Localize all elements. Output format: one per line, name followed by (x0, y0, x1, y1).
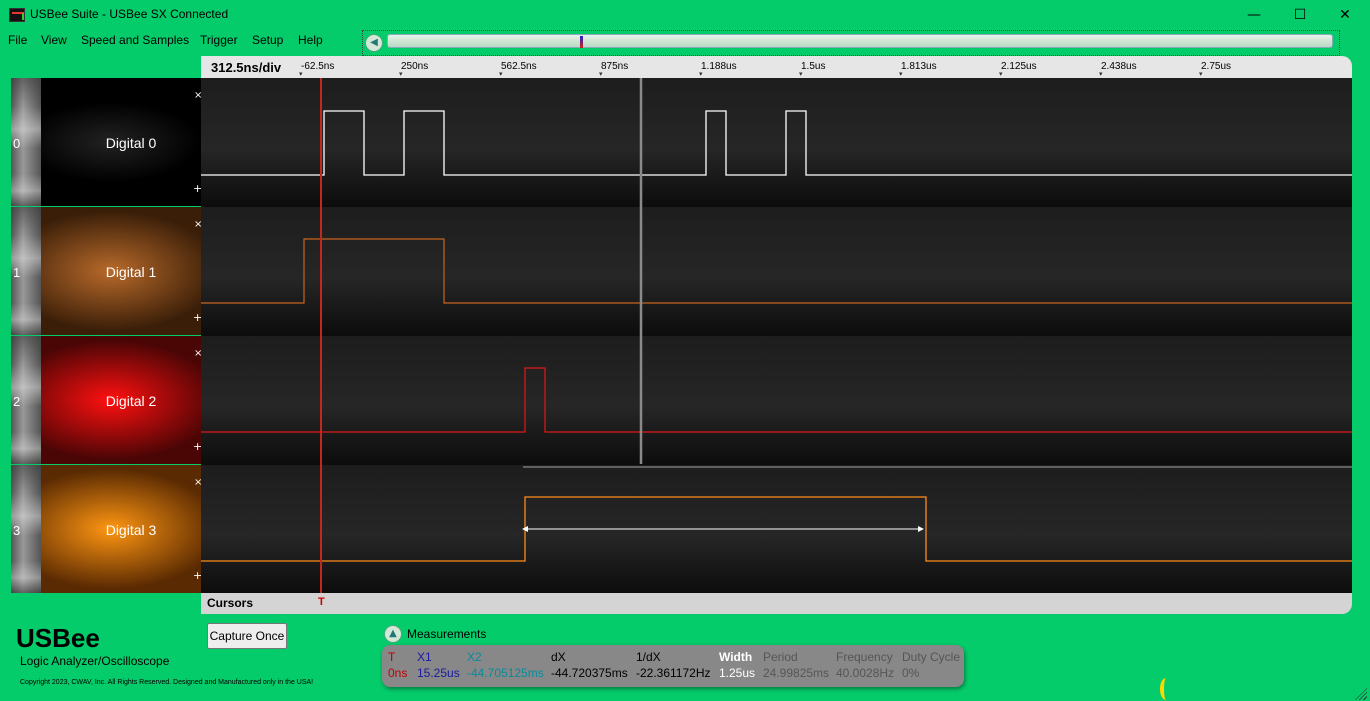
measure-label: Period (763, 650, 798, 664)
measure-value: 40.0028Hz (836, 666, 895, 680)
measure-value: -44.705125ms (467, 666, 544, 680)
menu-speed-and-samples[interactable]: Speed and Samples (81, 33, 189, 47)
digital-0-waveform (201, 110, 1352, 176)
channel-collapse-icon[interactable]: × (194, 348, 201, 359)
measure-width: Width 1.25us (719, 650, 755, 682)
measure-x1: X1 15.25us (417, 650, 460, 682)
measure-label: dX (551, 650, 566, 664)
cursor-decoration-icon (1160, 678, 1172, 700)
measure-inverse-dx: 1/dX -22.361172Hz (636, 650, 711, 682)
measure-value: -44.720375ms (551, 666, 628, 680)
measurements-toggle-icon[interactable]: ▲ (384, 625, 402, 643)
channel-label-2[interactable]: × Digital 2 + 2 (11, 336, 201, 464)
width-arrow-right-head (918, 526, 924, 532)
channel-label-1[interactable]: × Digital 1 + 1 (11, 207, 201, 335)
time-tick: 2.125us (999, 61, 1037, 78)
measure-label: Width (719, 650, 753, 664)
maximize-button[interactable]: ☐ (1289, 4, 1311, 26)
overview-position-marker[interactable] (580, 36, 583, 48)
channel-name: Digital 2 (105, 393, 157, 409)
measure-frequency: Frequency 40.0028Hz (836, 650, 894, 682)
channel-color-swatch: × Digital 0 + (41, 78, 201, 206)
trigger-marker[interactable]: T (318, 596, 325, 608)
channel-expand-icon[interactable]: + (193, 182, 201, 195)
measure-value: 15.25us (417, 666, 460, 680)
time-tick: 2.438us (1099, 61, 1137, 78)
measure-label: T (388, 650, 396, 664)
channel-expand-icon[interactable]: + (193, 440, 201, 453)
menu-trigger[interactable]: Trigger (200, 33, 238, 47)
app-icon (9, 8, 25, 22)
measure-label: X2 (467, 650, 482, 664)
menu-setup[interactable]: Setup (252, 33, 283, 47)
window-title: USBee Suite - USBee SX Connected (30, 7, 229, 21)
measure-label: Duty Cycle (902, 650, 961, 664)
close-button[interactable]: ✕ (1334, 4, 1356, 26)
measurements-title: Measurements (407, 627, 487, 641)
channel-collapse-icon[interactable]: × (194, 90, 201, 101)
measure-value: 0ns (388, 666, 408, 680)
measure-period: Period 24.99825ms (763, 650, 829, 682)
menu-file[interactable]: File (8, 33, 27, 47)
menu-help[interactable]: Help (298, 33, 323, 47)
measure-value: 1.25us (719, 666, 756, 680)
time-tick: 2.75us (1199, 61, 1231, 78)
overview-navigator: ◀ (362, 30, 1340, 56)
title-bar: USBee Suite - USBee SX Connected — ☐ ✕ (0, 0, 1370, 30)
channel-color-swatch: × Digital 3 + (41, 465, 201, 593)
channel-number: 0 (13, 136, 21, 151)
channel-label-3[interactable]: × Digital 3 + 3 (11, 465, 201, 593)
time-tick: 1.813us (899, 61, 937, 78)
channel-expand-icon[interactable]: + (193, 569, 201, 582)
measure-dx: dX -44.720375ms (551, 650, 628, 682)
capture-once-button[interactable]: Capture Once (207, 623, 287, 649)
channel-color-swatch: × Digital 1 + (41, 207, 201, 335)
channel-number: 1 (13, 265, 21, 280)
menu-view[interactable]: View (41, 33, 67, 47)
channel-number: 2 (13, 394, 21, 409)
measure-label: X1 (417, 650, 432, 664)
minimize-button[interactable]: — (1243, 4, 1265, 26)
measure-x2: X2 -44.705125ms (467, 650, 544, 682)
resize-grip-icon[interactable] (1355, 688, 1367, 700)
time-tick: 1.5us (799, 61, 826, 78)
overview-scroll-track[interactable] (387, 34, 1333, 48)
measure-duty-cycle: Duty Cycle 0% (902, 650, 960, 682)
measure-label: 1/dX (636, 650, 661, 664)
brand-subtitle: Logic Analyzer/Oscilloscope (20, 654, 170, 668)
channel-collapse-icon[interactable]: × (194, 477, 201, 488)
waveform-canvas[interactable] (201, 78, 1352, 593)
channel-name: Digital 3 (105, 522, 157, 538)
measure-value: 24.99825ms (763, 666, 830, 680)
measure-trigger: T 0ns (388, 650, 407, 682)
time-tick: 875ns (599, 61, 628, 78)
copyright-text: Copyright 2023, CWAV, Inc. All Rights Re… (20, 679, 314, 686)
time-tick: 250ns (399, 61, 428, 78)
channel-number: 3 (13, 523, 21, 538)
time-tick: 562.5ns (499, 61, 537, 78)
measure-label: Frequency (836, 650, 893, 664)
channel-expand-icon[interactable]: + (193, 311, 201, 324)
time-per-division[interactable]: 312.5ns/div (211, 60, 281, 75)
channel-color-swatch: × Digital 2 + (41, 336, 201, 464)
digital-1-waveform (201, 238, 1352, 304)
channel-label-0[interactable]: × Digital 0 + 0 (11, 78, 201, 206)
measure-value: -22.361172Hz (636, 666, 711, 680)
brand-logo: USBee (16, 623, 100, 653)
channel-collapse-icon[interactable]: × (194, 219, 201, 230)
cursors-label: Cursors (207, 596, 254, 610)
time-tick: 1.188us (699, 61, 737, 78)
overview-back-icon[interactable]: ◀ (365, 34, 383, 52)
channel-name: Digital 0 (105, 135, 157, 151)
time-axis-header: 312.5ns/div -62.5ns 250ns 562.5ns 875ns … (201, 56, 1352, 78)
time-tick: -62.5ns (299, 61, 334, 78)
measurements-panel: T 0ns X1 15.25us X2 -44.705125ms dX -44.… (382, 645, 964, 687)
digital-2-waveform (201, 367, 1352, 433)
cursor-bar[interactable]: Cursors T (201, 593, 1352, 614)
channel-name: Digital 1 (105, 264, 157, 280)
measure-value: 0% (902, 666, 920, 680)
